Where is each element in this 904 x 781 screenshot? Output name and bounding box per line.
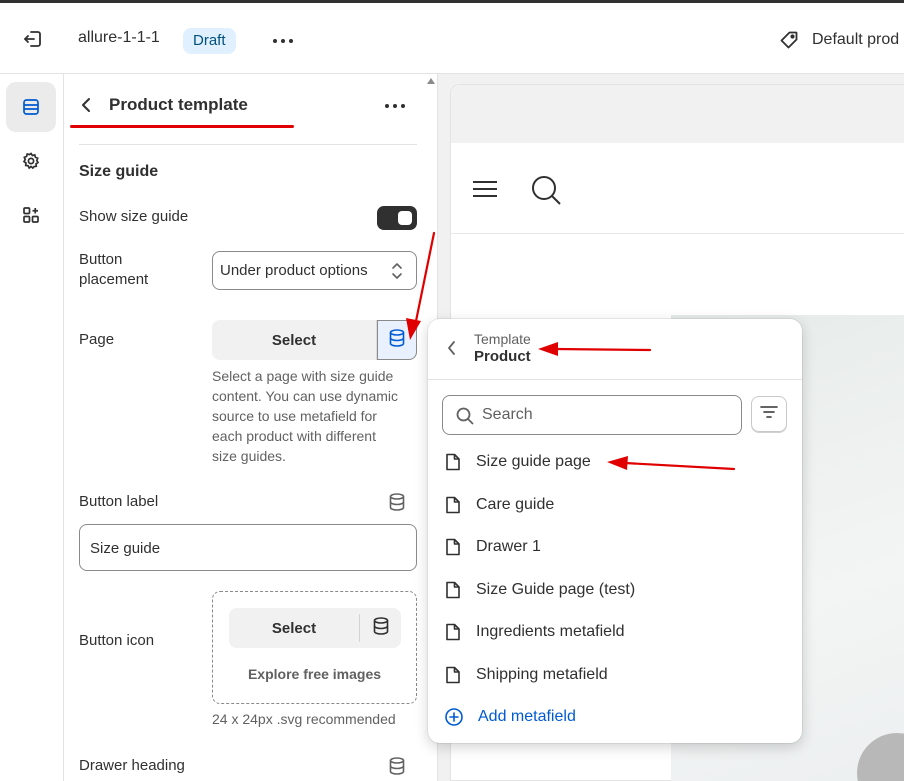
- annotation-arrow: [607, 456, 736, 471]
- annotation-arrow: [538, 342, 652, 356]
- annotation-arrows: [406, 231, 736, 471]
- annotation-arrow: [406, 231, 436, 340]
